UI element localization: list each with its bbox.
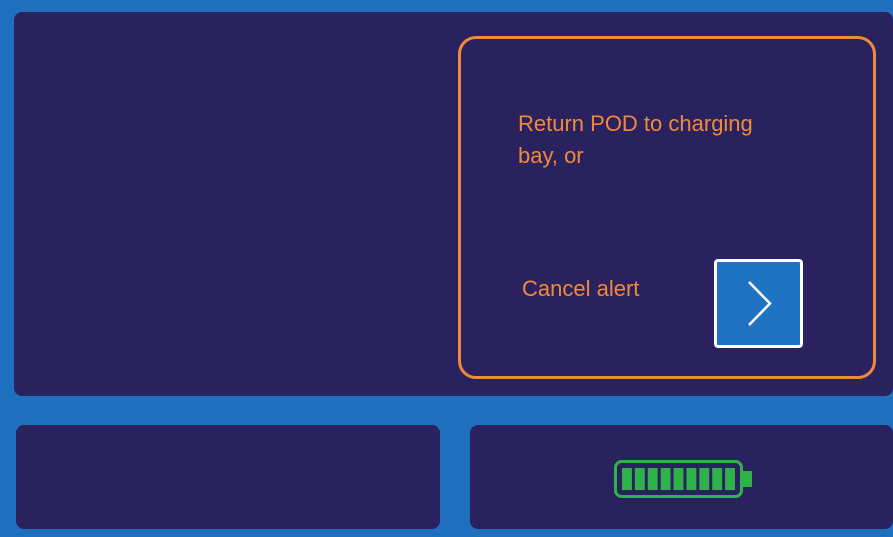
alert-box <box>458 36 876 379</box>
battery-bar <box>634 468 645 490</box>
bottom-left-panel <box>16 425 440 529</box>
battery-bar <box>725 468 735 490</box>
battery-bar <box>622 468 632 490</box>
pod-display-screen: Return POD to charging bay, or Cancel al… <box>0 0 893 537</box>
battery-bar <box>686 468 697 490</box>
alert-message: Return POD to charging bay, or <box>518 111 753 168</box>
battery-bar <box>673 468 684 490</box>
cancel-alert-label: Cancel alert <box>522 276 640 301</box>
battery-bar <box>660 468 671 490</box>
battery-bar <box>712 468 723 490</box>
battery-icon <box>614 460 752 498</box>
chevron-right-icon <box>748 281 772 326</box>
battery-bar <box>699 468 710 490</box>
battery-bar <box>647 468 658 490</box>
cancel-alert-button[interactable] <box>714 259 803 348</box>
